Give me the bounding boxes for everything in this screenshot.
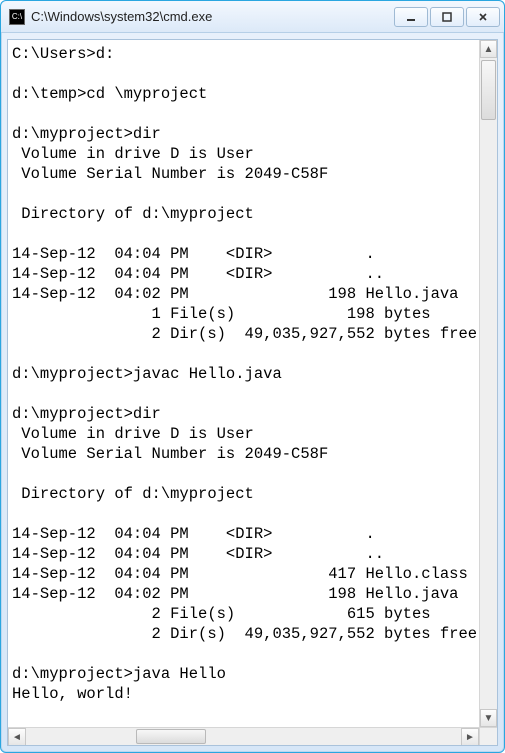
console-line: 14-Sep-12 04:04 PM 417 Hello.class xyxy=(12,564,493,584)
console-output[interactable]: C:\Users>d: d:\temp>cd \myproject d:\myp… xyxy=(8,40,497,727)
console-line: 2 Dir(s) 49,035,927,552 bytes free xyxy=(12,324,493,344)
console-line: C:\Users>d: xyxy=(12,44,493,64)
scroll-right-button[interactable]: ► xyxy=(461,728,479,746)
console-line: d:\myproject>dir xyxy=(12,404,493,424)
console-line: 2 File(s) 615 bytes xyxy=(12,604,493,624)
console-line: d:\myproject>java Hello xyxy=(12,664,493,684)
scroll-up-button[interactable]: ▲ xyxy=(480,40,497,58)
console-line: Volume in drive D is User xyxy=(12,144,493,164)
console-line xyxy=(12,104,493,124)
console-line xyxy=(12,464,493,484)
cmd-window: C:\ C:\Windows\system32\cmd.exe C:\Users… xyxy=(0,0,505,753)
console-line xyxy=(12,504,493,524)
console-line xyxy=(12,184,493,204)
console-line: 14-Sep-12 04:02 PM 198 Hello.java xyxy=(12,584,493,604)
console-line xyxy=(12,704,493,724)
console-line xyxy=(12,384,493,404)
console-line: 14-Sep-12 04:04 PM <DIR> .. xyxy=(12,264,493,284)
horizontal-scrollbar[interactable]: ◄ ► xyxy=(8,727,479,745)
console-line: Directory of d:\myproject xyxy=(12,484,493,504)
console-line xyxy=(12,224,493,244)
console-line: 2 Dir(s) 49,035,927,552 bytes free xyxy=(12,624,493,644)
horizontal-scroll-track[interactable] xyxy=(26,728,461,745)
client-area: C:\Users>d: d:\temp>cd \myproject d:\myp… xyxy=(7,39,498,746)
console-line: Volume in drive D is User xyxy=(12,424,493,444)
console-line: Hello, world! xyxy=(12,684,493,704)
console-line xyxy=(12,644,493,664)
console-line xyxy=(12,344,493,364)
maximize-button[interactable] xyxy=(430,7,464,27)
console-line: Volume Serial Number is 2049-C58F xyxy=(12,164,493,184)
console-line: d:\temp>cd \myproject xyxy=(12,84,493,104)
vertical-scroll-thumb[interactable] xyxy=(481,60,496,120)
window-title: C:\Windows\system32\cmd.exe xyxy=(31,9,394,24)
scrollbar-corner xyxy=(479,727,497,745)
console-line: d:\myproject>javac Hello.java xyxy=(12,364,493,384)
console-line: 1 File(s) 198 bytes xyxy=(12,304,493,324)
console-line: Volume Serial Number is 2049-C58F xyxy=(12,444,493,464)
console-line: 14-Sep-12 04:04 PM <DIR> .. xyxy=(12,544,493,564)
close-button[interactable] xyxy=(466,7,500,27)
horizontal-scroll-thumb[interactable] xyxy=(136,729,206,744)
minimize-button[interactable] xyxy=(394,7,428,27)
cmd-icon: C:\ xyxy=(9,9,25,25)
console-line: d:\myproject>dir xyxy=(12,124,493,144)
vertical-scrollbar[interactable]: ▲ ▼ xyxy=(479,40,497,727)
window-controls xyxy=(394,7,500,27)
console-line: 14-Sep-12 04:04 PM <DIR> . xyxy=(12,524,493,544)
console-line: Directory of d:\myproject xyxy=(12,204,493,224)
scroll-left-button[interactable]: ◄ xyxy=(8,728,26,746)
console-line xyxy=(12,64,493,84)
titlebar[interactable]: C:\ C:\Windows\system32\cmd.exe xyxy=(1,1,504,33)
console-line: 14-Sep-12 04:04 PM <DIR> . xyxy=(12,244,493,264)
console-line: 14-Sep-12 04:02 PM 198 Hello.java xyxy=(12,284,493,304)
vertical-scroll-track[interactable] xyxy=(480,58,497,709)
scroll-down-button[interactable]: ▼ xyxy=(480,709,497,727)
